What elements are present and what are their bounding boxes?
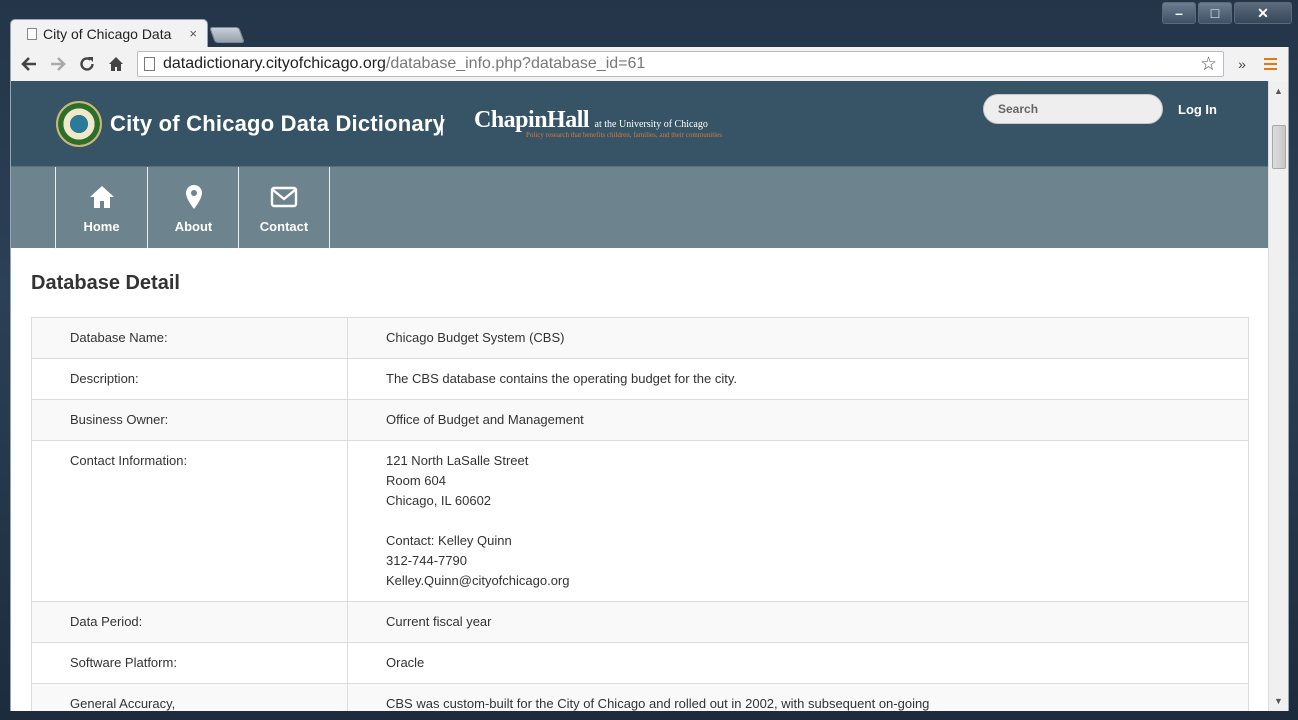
login-link[interactable]: Log In xyxy=(1178,102,1217,117)
reload-icon xyxy=(80,57,94,71)
field-value: The CBS database contains the operating … xyxy=(347,358,1249,400)
field-label: Database Name: xyxy=(31,317,348,359)
search-input[interactable] xyxy=(983,94,1163,124)
back-arrow-icon xyxy=(21,57,36,71)
tab-close-icon[interactable]: × xyxy=(189,26,197,41)
bookmark-star-icon[interactable]: ☆ xyxy=(1200,53,1217,76)
chapin-subtitle: at the University of Chicago xyxy=(594,119,708,130)
field-value: 121 North LaSalle Street Room 604 Chicag… xyxy=(347,440,1249,602)
maximize-button[interactable]: □ xyxy=(1198,2,1232,24)
page-icon xyxy=(27,27,37,40)
back-button[interactable] xyxy=(17,52,41,76)
address-bar[interactable]: datadictionary.cityofchicago.org/databas… xyxy=(137,51,1224,77)
table-row: Business Owner: Office of Budget and Man… xyxy=(31,399,1249,441)
main-nav: Home About Contact xyxy=(11,166,1270,249)
page-icon xyxy=(144,57,155,71)
page-viewport: City of Chicago Data Dictionary | Chapin… xyxy=(10,81,1289,711)
field-label: Software Platform: xyxy=(31,642,348,684)
browser-toolbar: datadictionary.cityofchicago.org/databas… xyxy=(10,47,1289,81)
nav-item-contact[interactable]: Contact xyxy=(238,167,330,249)
close-window-button[interactable]: ✕ xyxy=(1234,2,1292,24)
field-value: Oracle xyxy=(347,642,1249,684)
field-value: Office of Budget and Management xyxy=(347,399,1249,441)
header-separator: | xyxy=(439,111,445,136)
window-controls: – □ ✕ xyxy=(1162,2,1292,24)
nav-label: About xyxy=(174,219,213,234)
home-button[interactable] xyxy=(104,52,128,76)
url-path: /database_info.php?database_id=61 xyxy=(385,55,646,72)
field-label: Business Owner: xyxy=(31,399,348,441)
scroll-thumb[interactable] xyxy=(1272,125,1286,169)
envelope-icon xyxy=(270,183,298,211)
field-label: Data Period: xyxy=(31,601,348,643)
map-pin-icon xyxy=(184,183,204,211)
table-row: Description: The CBS database contains t… xyxy=(31,358,1249,400)
field-value: CBS was custom-built for the City of Chi… xyxy=(347,683,1249,711)
nav-item-about[interactable]: About xyxy=(147,167,239,249)
forward-button[interactable] xyxy=(46,52,70,76)
field-label: Description: xyxy=(31,358,348,400)
table-row: Contact Information: 121 North LaSalle S… xyxy=(31,440,1249,602)
browser-tab[interactable]: City of Chicago Data × xyxy=(10,19,208,47)
site-header: City of Chicago Data Dictionary | Chapin… xyxy=(11,81,1270,166)
home-icon xyxy=(88,183,116,211)
table-row: General Accuracy, Completeness, Limitati… xyxy=(31,683,1249,711)
field-label: Contact Information: xyxy=(31,440,348,602)
nav-label: Contact xyxy=(259,219,309,234)
field-value: Chicago Budget System (CBS) xyxy=(347,317,1249,359)
chapin-tagline: Policy research that benefits children, … xyxy=(526,131,722,139)
city-seal-logo[interactable] xyxy=(56,101,102,147)
tab-strip: City of Chicago Data × xyxy=(10,19,245,47)
reload-button[interactable] xyxy=(75,52,99,76)
url-domain: datadictionary.cityofchicago.org xyxy=(163,55,386,72)
forward-arrow-icon xyxy=(51,57,66,71)
site-title[interactable]: City of Chicago Data Dictionary xyxy=(110,111,445,137)
nav-item-home[interactable]: Home xyxy=(55,167,147,249)
page-title: Database Detail xyxy=(31,272,180,294)
tab-title: City of Chicago Data xyxy=(43,25,172,42)
web-page: City of Chicago Data Dictionary | Chapin… xyxy=(11,81,1270,711)
scroll-up-icon[interactable]: ▲ xyxy=(1269,83,1288,99)
chapin-name: ChapinHall xyxy=(474,107,590,133)
new-tab-button[interactable] xyxy=(209,27,245,43)
chapin-hall-logo[interactable]: ChapinHall at the University of Chicago xyxy=(474,107,708,134)
field-value: Current fiscal year xyxy=(347,601,1249,643)
nav-label: Home xyxy=(83,219,120,234)
browser-menu-icon[interactable] xyxy=(1258,58,1282,70)
minimize-button[interactable]: – xyxy=(1162,2,1196,24)
field-label: General Accuracy, Completeness, Limitati… xyxy=(31,683,348,711)
browser-window: – □ ✕ City of Chicago Data × datadiction… xyxy=(0,0,1298,720)
scroll-down-icon[interactable]: ▼ xyxy=(1269,693,1288,709)
table-row: Database Name: Chicago Budget System (CB… xyxy=(31,317,1249,359)
table-row: Data Period: Current fiscal year xyxy=(31,601,1249,643)
extensions-overflow-button[interactable]: » xyxy=(1230,56,1254,72)
table-row: Software Platform: Oracle xyxy=(31,642,1249,684)
database-detail-table: Database Name: Chicago Budget System (CB… xyxy=(31,317,1249,711)
main-content: Database Detail Database Name: Chicago B… xyxy=(11,248,1270,711)
url-text[interactable]: datadictionary.cityofchicago.org/databas… xyxy=(163,55,1192,73)
vertical-scrollbar[interactable]: ▲ ▼ xyxy=(1268,81,1288,711)
home-icon xyxy=(109,57,123,71)
